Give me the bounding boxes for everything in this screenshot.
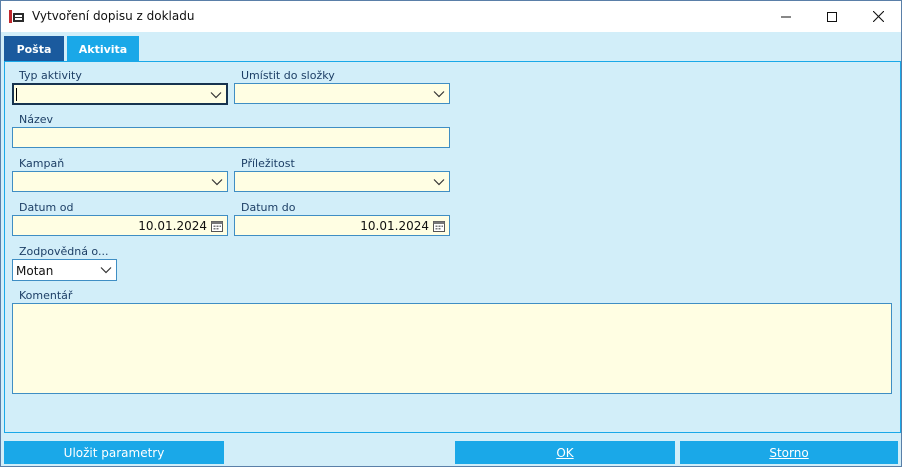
storno-button[interactable]: Storno [680, 441, 898, 464]
aktivita-panel: Typ aktivity Umístit do složky Název Kam… [4, 61, 901, 433]
storno-label: Storno [769, 445, 809, 460]
calendar-icon[interactable] [211, 220, 223, 232]
datum-od-input[interactable]: 10.01.2024 [12, 215, 228, 236]
dialog-window: Vytvoření dopisu z dokladu Pošta Aktivit… [0, 0, 902, 467]
close-button[interactable] [855, 1, 901, 32]
typ-aktivity-combo[interactable] [12, 83, 228, 105]
prilezitost-combo[interactable] [234, 171, 450, 192]
window-title: Vytvoření dopisu z dokladu [32, 9, 195, 23]
chevron-down-icon[interactable] [433, 88, 445, 100]
kampan-label: Kampaň [19, 157, 65, 170]
typ-aktivity-label: Typ aktivity [19, 69, 82, 82]
komentar-label: Komentář [19, 289, 73, 302]
ok-label: OK [556, 445, 574, 460]
prilezitost-label: Příležitost [241, 157, 295, 170]
chevron-down-icon[interactable] [210, 89, 222, 101]
text-caret [16, 88, 17, 101]
ok-button[interactable]: OK [455, 441, 675, 464]
minimize-icon [781, 16, 791, 17]
zodpovedna-value: Motan [16, 264, 54, 278]
nazev-input[interactable] [12, 127, 450, 148]
maximize-button[interactable] [809, 1, 855, 32]
nazev-label: Název [19, 113, 54, 126]
umistit-label: Umístit do složky [241, 69, 335, 82]
maximize-icon [827, 11, 837, 22]
chevron-down-icon[interactable] [211, 176, 223, 188]
save-parameters-button[interactable]: Uložit parametry [4, 441, 224, 464]
tab-strip: Pošta Aktivita [1, 33, 901, 63]
chevron-down-icon[interactable] [100, 264, 112, 276]
zodpovedna-label: Zodpovědná o... [19, 245, 109, 258]
datum-do-value: 10.01.2024 [360, 219, 429, 233]
save-parameters-label: Uložit parametry [63, 445, 165, 460]
datum-od-value: 10.01.2024 [138, 219, 207, 233]
datum-od-label: Datum od [19, 201, 74, 214]
zodpovedna-combo[interactable]: Motan [12, 259, 117, 281]
umistit-combo[interactable] [234, 83, 450, 104]
komentar-textarea[interactable] [12, 303, 892, 394]
chevron-down-icon[interactable] [433, 176, 445, 188]
kampan-combo[interactable] [12, 171, 228, 192]
tab-aktivita[interactable]: Aktivita [67, 36, 139, 62]
datum-do-input[interactable]: 10.01.2024 [234, 215, 450, 236]
minimize-button[interactable] [763, 1, 809, 32]
title-bar: Vytvoření dopisu z dokladu [1, 1, 901, 32]
app-icon [8, 8, 25, 25]
close-icon [872, 11, 884, 22]
datum-do-label: Datum do [241, 201, 296, 214]
tab-posta[interactable]: Pošta [4, 36, 64, 62]
calendar-icon[interactable] [433, 220, 445, 232]
